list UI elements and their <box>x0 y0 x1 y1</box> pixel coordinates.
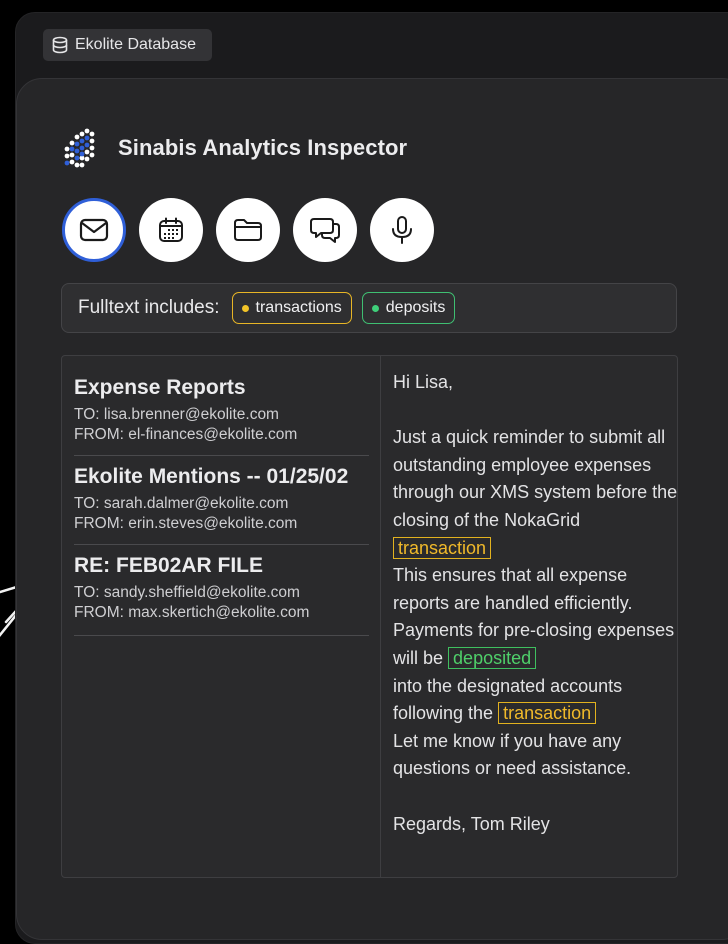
chat-button[interactable] <box>293 198 357 262</box>
app-logo <box>64 128 95 168</box>
app-title: Sinabis Analytics Inspector <box>118 135 408 160</box>
panel-divider <box>380 356 381 877</box>
filter-label: Fulltext includes: <box>78 297 220 318</box>
email-list-item[interactable]: Expense Reports TO: lisa.brenner@ekolite… <box>74 371 369 456</box>
email-list: Expense Reports TO: lisa.brenner@ekolite… <box>74 371 369 636</box>
email-from: FROM: erin.steves@ekolite.com <box>74 515 298 532</box>
email-list-item[interactable]: Ekolite Mentions -- 01/25/02 TO: sarah.d… <box>74 456 369 545</box>
dot-icon <box>371 304 379 312</box>
email-to: TO: lisa.brenner@ekolite.com <box>74 406 279 423</box>
email-to: TO: sarah.dalmer@ekolite.com <box>74 495 289 512</box>
calendar-icon <box>159 217 183 242</box>
email-body-text: Just a quick reminder to submit all outs… <box>393 427 678 530</box>
highlight-transaction: transaction <box>393 536 492 559</box>
results-panel: Expense Reports TO: lisa.brenner@ekolite… <box>61 355 678 878</box>
database-icon <box>52 36 68 54</box>
email-from: FROM: max.skertich@ekolite.com <box>74 604 310 621</box>
fulltext-filter-bar: Fulltext includes: transactions deposits <box>61 283 677 333</box>
email-signoff: Regards, Tom Riley <box>393 813 550 834</box>
calendar-button[interactable] <box>139 198 203 262</box>
database-tag[interactable]: Ekolite Database <box>43 29 212 61</box>
folder-icon <box>234 219 262 241</box>
folder-button[interactable] <box>216 198 280 262</box>
database-tag-label: Ekolite Database <box>75 36 196 53</box>
email-greeting: Hi Lisa, <box>393 372 454 392</box>
email-preview: Hi Lisa, Just a quick reminder to submit… <box>393 369 678 838</box>
chip-label: transactions <box>255 299 342 316</box>
source-toolbar <box>62 198 434 262</box>
email-subject: Expense Reports <box>74 376 246 399</box>
email-subject: Ekolite Mentions -- 01/25/02 <box>74 465 349 488</box>
mail-icon <box>79 218 109 242</box>
email-from: FROM: el-finances@ekolite.com <box>74 426 298 443</box>
chat-icon <box>310 218 340 243</box>
email-list-item[interactable]: RE: FEB02AR FILE TO: sandy.sheffield@eko… <box>74 545 369 636</box>
microphone-icon <box>392 216 412 244</box>
microphone-button[interactable] <box>370 198 434 262</box>
mail-button[interactable] <box>62 198 126 262</box>
filter-chip-transactions[interactable]: transactions <box>231 292 352 324</box>
email-body-text: Let me know if you have any questions or… <box>393 730 632 779</box>
dot-icon <box>241 304 249 312</box>
email-subject: RE: FEB02AR FILE <box>74 554 264 577</box>
email-to: TO: sandy.sheffield@ekolite.com <box>74 584 300 601</box>
app-header: Sinabis Analytics Inspector <box>62 125 407 171</box>
highlight-transaction: transaction <box>498 702 597 725</box>
filter-chip-deposits[interactable]: deposits <box>361 292 456 324</box>
highlight-deposited: deposited <box>448 646 537 669</box>
chip-label: deposits <box>385 299 446 316</box>
